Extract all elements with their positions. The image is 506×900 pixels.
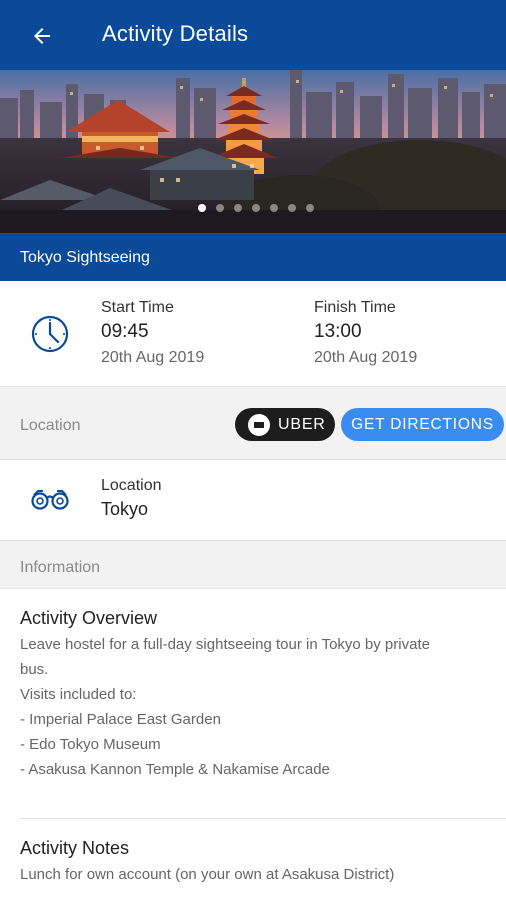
information-body: Activity Overview Leave hostel for a ful… <box>0 589 506 900</box>
carousel-dot[interactable] <box>216 204 224 212</box>
start-time-value: 09:45 <box>101 321 149 342</box>
finish-date-value: 20th Aug 2019 <box>314 349 418 366</box>
carousel-dot[interactable] <box>198 204 206 212</box>
carousel-dot[interactable] <box>234 204 242 212</box>
activity-notes-text: Lunch for own account (on your own at As… <box>20 866 395 883</box>
uber-logo-icon <box>248 413 270 436</box>
clock-icon <box>31 315 69 353</box>
activity-overview-title: Activity Overview <box>20 608 158 628</box>
location-value: Tokyo <box>101 499 149 519</box>
location-section-label: Location <box>20 417 81 434</box>
carousel-dot[interactable] <box>288 204 296 212</box>
activity-name: Tokyo Sightseeing <box>20 249 150 266</box>
get-directions-button[interactable]: GET DIRECTIONS <box>341 408 504 441</box>
overview-line: Visits included to: <box>20 686 137 703</box>
overview-line: - Edo Tokyo Museum <box>20 736 161 753</box>
overview-line: Leave hostel for a full-day sightseeing … <box>20 636 430 653</box>
back-button[interactable] <box>26 20 58 52</box>
activity-overview-text: Leave hostel for a full-day sightseeing … <box>20 632 430 782</box>
start-date-value: 20th Aug 2019 <box>101 349 205 366</box>
finish-time-label: Finish Time <box>314 299 396 316</box>
overview-line: - Asakusa Kannon Temple & Nakamise Arcad… <box>20 761 330 778</box>
carousel-dot[interactable] <box>306 204 314 212</box>
page-title: Activity Details <box>102 21 249 46</box>
app-bar: Activity Details <box>0 0 506 70</box>
information-section-header: Information <box>0 540 506 589</box>
start-time-label: Start Time <box>101 299 174 316</box>
binoculars-icon <box>31 490 69 510</box>
arrow-left-icon <box>34 28 50 44</box>
time-details: Start Time 09:45 20th Aug 2019 Finish Ti… <box>0 281 506 386</box>
information-section-label: Information <box>20 559 101 576</box>
location-details: Location Tokyo <box>0 460 506 540</box>
uber-button-label: UBER <box>278 415 326 433</box>
location-label: Location <box>101 477 162 494</box>
divider <box>20 818 506 819</box>
overview-line: bus. <box>20 661 49 678</box>
activity-notes-title: Activity Notes <box>20 838 130 858</box>
overview-line: - Imperial Palace East Garden <box>20 711 221 728</box>
carousel-dot[interactable] <box>270 204 278 212</box>
carousel-dot[interactable] <box>252 204 260 212</box>
activity-title-bar: Tokyo Sightseeing <box>0 233 506 281</box>
finish-time-value: 13:00 <box>314 321 362 342</box>
carousel-indicator <box>0 204 506 212</box>
uber-button[interactable]: UBER <box>235 408 335 441</box>
